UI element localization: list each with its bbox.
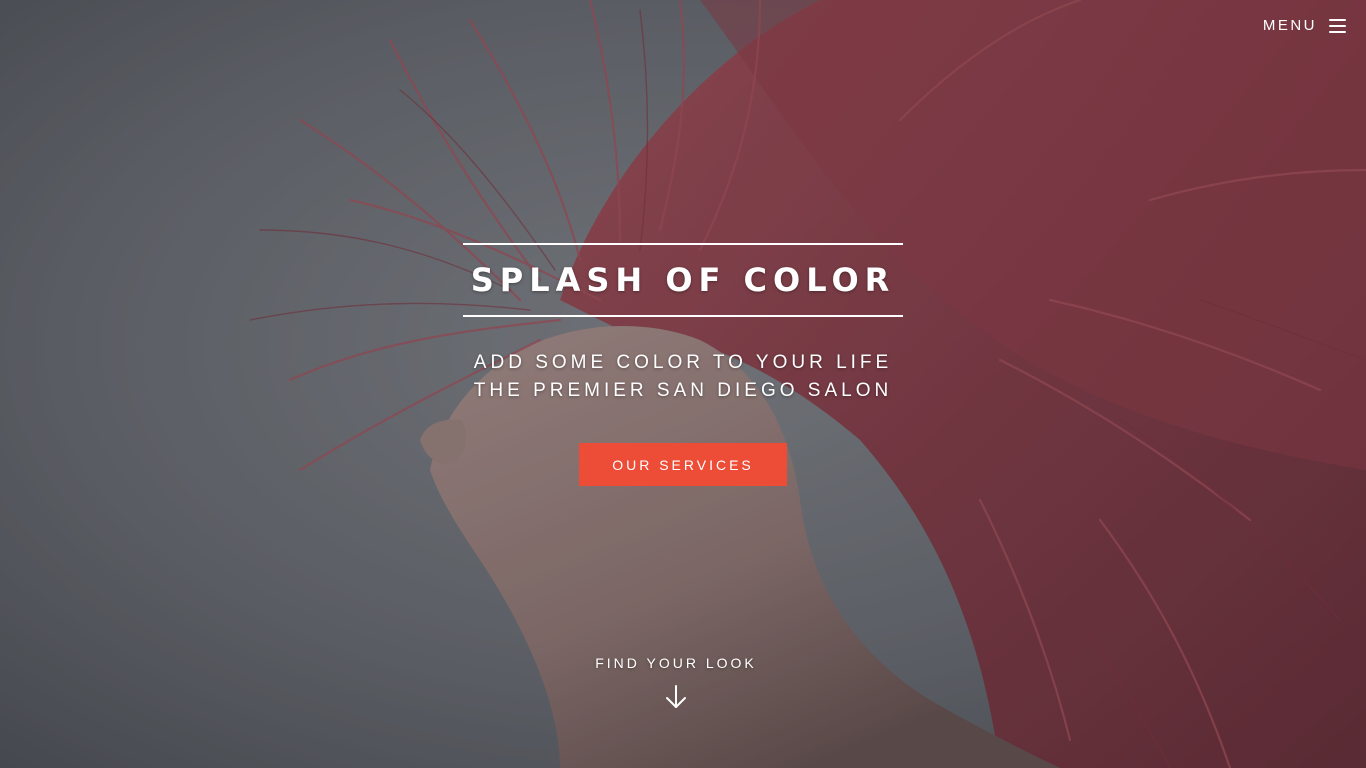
tagline: ADD SOME COLOR TO YOUR LIFE THE PREMIER … [463,349,903,405]
hamburger-menu-icon[interactable] [1329,18,1346,33]
find-your-look-label: FIND YOUR LOOK [595,655,757,671]
tagline-line-1: ADD SOME COLOR TO YOUR LIFE [473,352,893,373]
hero-section: MENU SPLASH OF COLOR ADD SOME COLOR TO Y… [0,0,1366,768]
site-title: SPLASH OF COLOR [470,261,896,299]
hero-content: SPLASH OF COLOR ADD SOME COLOR TO YOUR L… [463,243,903,486]
arrow-down-icon[interactable] [665,685,687,709]
our-services-button[interactable]: OUR SERVICES [579,443,787,486]
menu-button[interactable]: MENU [1263,17,1346,34]
title-block: SPLASH OF COLOR [463,243,903,317]
tagline-line-2: THE PREMIER SAN DIEGO SALON [473,380,893,401]
find-your-look-link[interactable]: FIND YOUR LOOK [576,655,776,709]
menu-label: MENU [1262,17,1317,34]
